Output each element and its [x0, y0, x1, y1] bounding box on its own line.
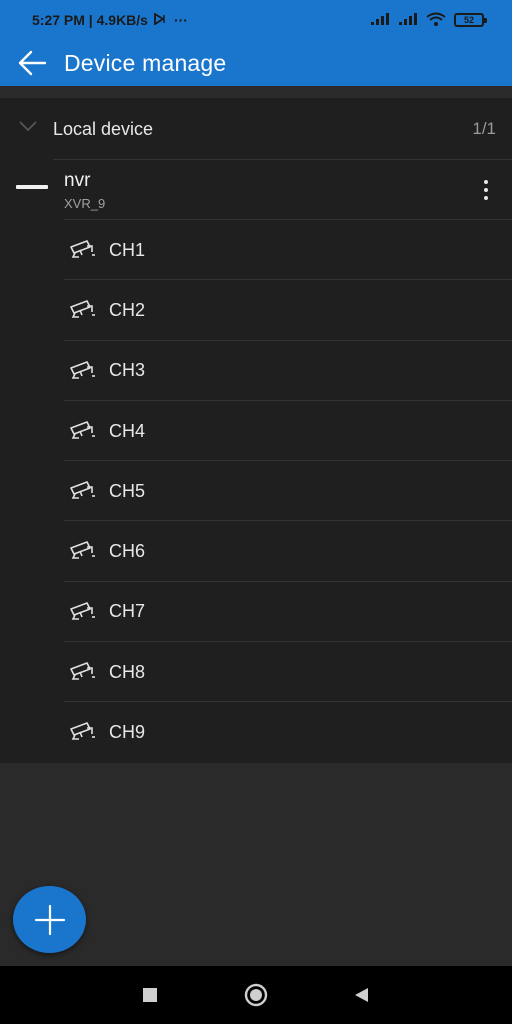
camera-icon [68, 660, 96, 687]
camera-icon [68, 238, 96, 265]
collapse-icon[interactable] [16, 185, 48, 189]
channel-row[interactable]: CH8 [0, 642, 512, 703]
media-icon [154, 12, 168, 28]
channel-list: CH1 CH2 CH3 CH4 CH5 CH6 CH7 CH8 CH9 [0, 220, 512, 763]
status-time: 5:27 PM | 4.9KB/s [32, 12, 148, 28]
signal-icon-2 [398, 12, 418, 28]
square-icon [143, 988, 157, 1002]
system-back-button[interactable] [331, 966, 391, 1024]
channel-label: CH8 [109, 661, 146, 682]
channel-row[interactable]: CH5 [0, 461, 512, 522]
channel-label: CH3 [109, 360, 146, 381]
camera-icon [68, 479, 96, 506]
channel-label: CH4 [109, 420, 146, 441]
channel-row[interactable]: CH3 [0, 341, 512, 401]
add-device-button[interactable] [13, 886, 86, 953]
channel-label: CH6 [109, 541, 146, 562]
camera-icon [68, 600, 96, 627]
wifi-icon [426, 12, 446, 29]
triangle-back-icon [355, 988, 368, 1002]
battery-icon: 52 [454, 13, 487, 27]
home-button[interactable] [226, 966, 286, 1024]
channel-row[interactable]: CH9 [0, 702, 512, 762]
more-options-icon[interactable] [474, 174, 498, 206]
channel-label: CH7 [109, 601, 146, 622]
back-button[interactable] [0, 40, 64, 86]
plus-icon [34, 904, 65, 935]
channel-row[interactable]: CH4 [0, 401, 512, 462]
channel-row[interactable]: CH7 [0, 582, 512, 643]
group-header-local-device[interactable]: Local device 1/1 [0, 98, 512, 160]
device-list-panel: Local device 1/1 nvr XVR_9 CH1 CH2 CH3 CH4 C… [0, 98, 512, 763]
camera-icon [68, 359, 96, 386]
channel-row[interactable]: CH2 [0, 280, 512, 341]
channel-label: CH9 [109, 722, 146, 743]
channel-label: CH1 [109, 239, 146, 260]
system-nav-bar [0, 966, 512, 1024]
page-title: Device manage [64, 49, 227, 76]
app-bar: Device manage [0, 40, 512, 86]
camera-icon [68, 419, 96, 446]
signal-icon [370, 12, 390, 28]
camera-icon [68, 539, 96, 566]
channel-row[interactable]: CH1 [0, 220, 512, 281]
channel-label: CH2 [109, 299, 146, 320]
chevron-down-icon [19, 121, 37, 132]
circle-icon [244, 983, 268, 1007]
camera-icon [68, 720, 96, 747]
recents-button[interactable] [120, 966, 180, 1024]
camera-icon [68, 298, 96, 325]
device-subtitle: XVR_9 [64, 196, 106, 211]
status-bar: 5:27 PM | 4.9KB/s ··· 52 [0, 0, 512, 40]
channel-row[interactable]: CH6 [0, 521, 512, 582]
device-row-nvr[interactable]: nvr XVR_9 [0, 160, 512, 220]
back-arrow-icon [18, 50, 47, 76]
channel-label: CH5 [109, 480, 146, 501]
more-notifications: ··· [173, 12, 188, 28]
group-label: Local device [53, 118, 154, 139]
device-name: nvr [64, 170, 91, 191]
group-count: 1/1 [472, 119, 496, 138]
